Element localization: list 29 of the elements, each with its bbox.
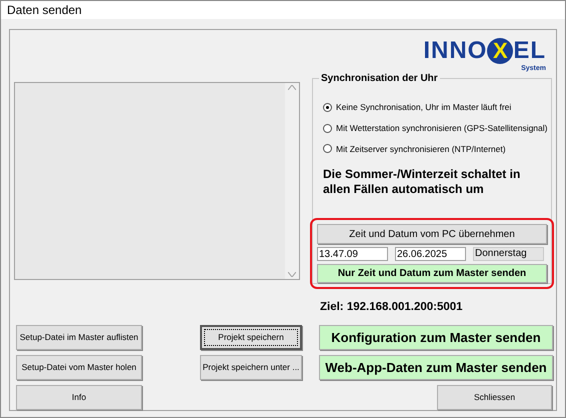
logo-x-mark: X <box>487 38 514 64</box>
dialog-button[interactable]: Projekt speichern <box>200 325 302 350</box>
window-title: Daten senden <box>7 2 82 19</box>
weekday-field: Donnerstag <box>473 247 544 261</box>
radio-button[interactable] <box>323 124 332 133</box>
group-title: Synchronisation der Uhr <box>319 71 440 86</box>
date-field[interactable]: 26.06.2025 <box>395 247 466 261</box>
dialog-button[interactable]: Info <box>16 385 142 410</box>
scroll-up-icon[interactable] <box>288 85 296 90</box>
radio-option[interactable]: Mit Zeitserver synchronisieren (NTP/Internet) <box>323 142 546 156</box>
scroll-down-icon[interactable] <box>288 272 296 277</box>
dialog-button[interactable]: Web-App-Daten zum Master senden <box>319 355 553 380</box>
time-field[interactable]: 13.47.09 <box>317 247 388 261</box>
dialog-button[interactable]: Setup-Datei vom Master holen <box>16 355 142 380</box>
dialog-button[interactable]: Projekt speichern unter ... <box>200 355 302 380</box>
info-note: Die Sommer-/Winterzeit schaltet in allen Fällen automatisch um <box>322 167 522 198</box>
dialog-button[interactable]: Setup-Datei im Master auflisten <box>16 325 142 350</box>
radio-option[interactable]: Keine Synchronisation, Uhr im Master läuft frei <box>323 101 546 114</box>
radio-button[interactable] <box>323 102 332 112</box>
send-time-button[interactable]: Nur Zeit und Datum zum Master senden <box>317 264 547 283</box>
radio-button[interactable] <box>323 144 332 154</box>
logo-text: EL <box>513 39 546 63</box>
dialog-button[interactable]: Konfiguration zum Master senden <box>319 325 553 350</box>
logo-text: INNO <box>423 39 488 63</box>
scrollbar[interactable] <box>285 83 299 279</box>
radio-option[interactable]: Mit Wetterstation synchronisieren (GPS-Satellitensignal) <box>323 122 546 134</box>
dialog-button[interactable]: Schliessen <box>437 385 552 410</box>
take-pc-time-button[interactable]: Zeit und Datum vom PC übernehmen <box>317 224 547 244</box>
target-address: Ziel: 192.168.001.200:5001 <box>320 300 463 315</box>
